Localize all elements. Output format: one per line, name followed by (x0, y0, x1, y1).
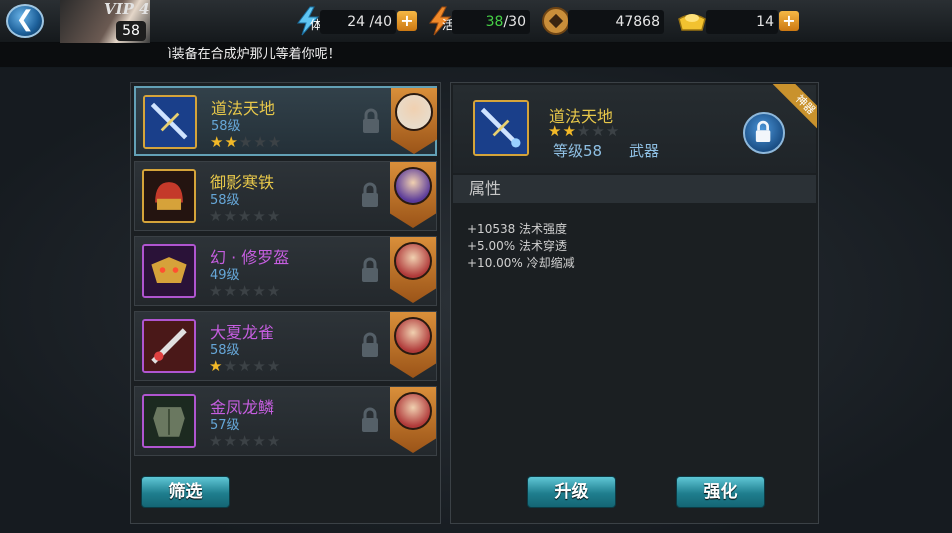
hero-face (394, 392, 432, 430)
item-stars: ★★★★★ (209, 282, 281, 300)
add-gold-button[interactable]: + (779, 11, 799, 31)
star-icon: ★ (266, 432, 282, 450)
lock-icon[interactable] (360, 181, 380, 209)
sword-icon (143, 95, 197, 149)
attributes-title: 属性 (453, 175, 816, 203)
detail-type: 武器 (629, 142, 660, 160)
hero-portrait-badge[interactable] (390, 312, 436, 378)
helmet-icon (142, 169, 196, 223)
item-stars: ★★★★★ (209, 357, 281, 375)
vip-label: VIP 4 (104, 0, 150, 18)
star-icon: ★ (267, 133, 283, 151)
item-level: 58级 (210, 193, 240, 208)
add-stamina-button[interactable]: + (397, 11, 417, 31)
enhance-button[interactable]: 强化 (676, 476, 765, 508)
artifact-ribbon-label: 神器 (771, 84, 817, 130)
hero-face (394, 242, 432, 280)
back-button[interactable]: ❮ (6, 4, 44, 38)
arrow-left-icon: ❮ (15, 7, 35, 32)
star-icon: ★ (223, 207, 238, 225)
hero-portrait-badge[interactable] (390, 387, 436, 453)
star-icon: ★ (591, 122, 606, 140)
sword-icon (473, 100, 529, 156)
artifact-ribbon: 神器 (771, 84, 817, 130)
gold-ingot-icon (678, 14, 706, 31)
star-icon: ★ (209, 282, 224, 300)
gold-value: 14 (706, 10, 778, 34)
lock-icon[interactable] (361, 107, 381, 135)
equipment-list-item[interactable]: 幻 · 修罗盔 49级 ★★★★★ (134, 236, 437, 306)
hero-face (394, 317, 432, 355)
filter-button[interactable]: 筛选 (141, 476, 230, 508)
top-bar: ❮ VIP 4 58 体 24 /40 + 活 38/30 47868 14 + (0, 0, 952, 43)
star-icon: ★ (252, 207, 267, 225)
equipment-list-item[interactable]: 大夏龙雀 58级 ★★★★★ (134, 311, 437, 381)
item-stars: ★★★★★ (209, 207, 281, 225)
mask-icon (142, 244, 196, 298)
star-icon: ★ (224, 133, 239, 151)
hero-portrait-badge[interactable] (390, 162, 436, 228)
hero-face (395, 93, 433, 131)
attribute-line: +5.00% 法术穿透 (467, 239, 567, 253)
star-icon: ★ (237, 282, 253, 300)
lock-icon[interactable] (360, 406, 380, 434)
star-icon: ★ (252, 282, 267, 300)
star-icon: ★ (253, 133, 268, 151)
star-icon: ★ (605, 122, 621, 140)
item-stars: ★★★★★ (209, 432, 281, 450)
star-icon: ★ (252, 357, 267, 375)
attribute-line: +10538 法术强度 (467, 222, 568, 236)
activity-max: /30 (503, 14, 526, 30)
lock-icon[interactable] (360, 331, 380, 359)
armor-icon (142, 394, 196, 448)
star-icon: ★ (223, 432, 238, 450)
star-icon: ★ (237, 207, 253, 225)
player-level-badge: 58 (116, 21, 146, 41)
announcement-marquee: ì装备在合成炉那儿等着你呢！ (0, 43, 952, 67)
star-icon: ★ (562, 122, 577, 140)
coins-value: 47868 (568, 10, 664, 34)
hero-portrait-badge[interactable] (391, 88, 437, 154)
activity-current: 38 (485, 14, 504, 30)
star-icon: ★ (252, 432, 267, 450)
item-level: 57级 (210, 418, 240, 433)
blade-icon (142, 319, 196, 373)
star-icon: ★ (223, 357, 238, 375)
star-icon: ★ (266, 357, 282, 375)
star-icon: ★ (266, 282, 282, 300)
star-icon: ★ (237, 432, 253, 450)
item-level: 58级 (211, 119, 241, 134)
hero-portrait-badge[interactable] (390, 237, 436, 303)
star-icon: ★ (209, 432, 224, 450)
upgrade-button[interactable]: 升级 (527, 476, 616, 508)
attribute-line: +10.00% 冷却缩减 (467, 256, 575, 270)
star-icon: ★ (238, 133, 254, 151)
lock-icon[interactable] (360, 256, 380, 284)
equipment-list-item[interactable]: 道法天地 58级 ★★★★★ (134, 86, 437, 156)
stamina-value: 24 /40 (320, 10, 396, 34)
star-icon: ★ (223, 282, 238, 300)
star-icon: ★ (209, 207, 224, 225)
star-icon: ★ (548, 122, 563, 140)
star-icon: ★ (266, 207, 282, 225)
item-stars: ★★★★★ (210, 133, 282, 151)
equipment-list-item[interactable]: 金凤龙鳞 57级 ★★★★★ (134, 386, 437, 456)
item-level: 49级 (210, 268, 240, 283)
star-icon: ★ (237, 357, 253, 375)
star-icon: ★ (209, 357, 224, 375)
item-level: 58级 (210, 343, 240, 358)
star-icon: ★ (576, 122, 592, 140)
detail-level: 等级58 (553, 142, 603, 160)
hero-face (394, 167, 432, 205)
detail-stars: ★★★★★ (548, 122, 620, 140)
detail-header: 道法天地 ★★★★★ 等级58 武器 神器 (453, 84, 817, 173)
equipment-list-panel: 道法天地 58级 ★★★★★ 御影寒铁 58级 ★★★★★ 幻 · 修罗盔 49级 ★★★★★ 大… (130, 82, 441, 524)
equipment-list-item[interactable]: 御影寒铁 58级 ★★★★★ (134, 161, 437, 231)
equipment-detail-panel: 道法天地 ★★★★★ 等级58 武器 神器 属性 +10538 法术强度 +5.… (450, 82, 819, 524)
activity-value: 38/30 (452, 10, 530, 34)
star-icon: ★ (210, 133, 225, 151)
